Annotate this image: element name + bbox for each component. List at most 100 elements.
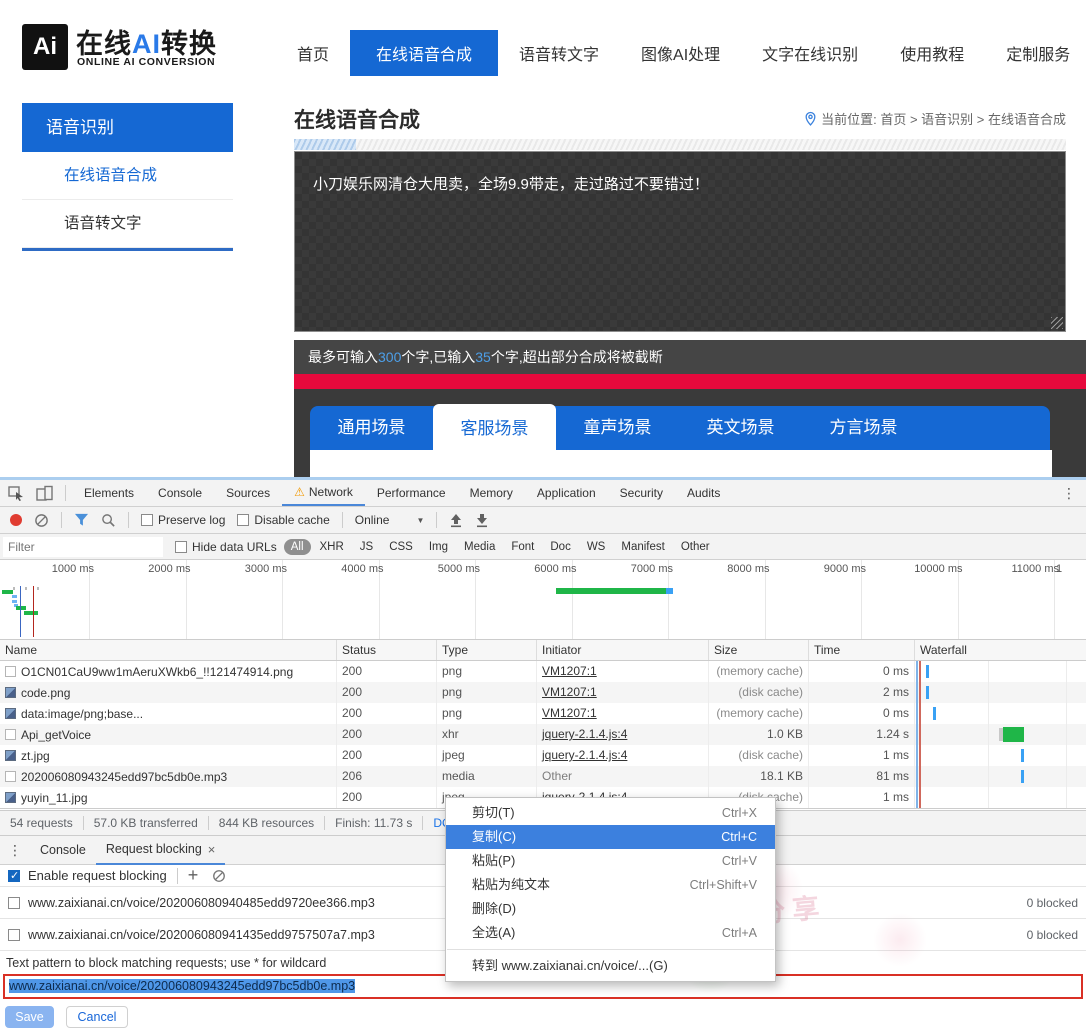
nav-item[interactable]: 语音转文字: [498, 30, 620, 76]
disable-cache-checkbox[interactable]: Disable cache: [237, 513, 329, 527]
drawer-tab[interactable]: Request blocking×: [96, 836, 226, 865]
network-overview[interactable]: 1000 ms2000 ms3000 ms4000 ms5000 ms6000 …: [0, 560, 1086, 640]
waterfall-cell: [914, 787, 1086, 808]
context-menu-item[interactable]: 粘贴(P) Ctrl+V: [446, 849, 775, 873]
context-menu-item[interactable]: 全选(A) Ctrl+A: [446, 921, 775, 945]
export-har-icon[interactable]: [475, 513, 489, 528]
search-icon[interactable]: [101, 513, 116, 528]
devtools-tab[interactable]: Sources: [214, 480, 282, 506]
table-row[interactable]: 202006080943245edd97bc5db0e.mp3 206 medi…: [0, 766, 1086, 787]
column-header[interactable]: Name: [0, 640, 336, 660]
devtools-tab[interactable]: Audits: [675, 480, 732, 506]
hide-data-urls-checkbox[interactable]: Hide data URLs: [175, 540, 277, 554]
context-menu-item[interactable]: 删除(D): [446, 897, 775, 921]
initiator-link[interactable]: VM1207:1: [542, 706, 597, 720]
sidebar-item[interactable]: 在线语音合成: [22, 152, 233, 200]
devtools-tab[interactable]: Application: [525, 480, 608, 506]
column-header[interactable]: Type: [436, 640, 536, 660]
column-header[interactable]: Time: [808, 640, 914, 660]
column-header[interactable]: Waterfall: [914, 640, 1086, 660]
add-pattern-icon[interactable]: +: [188, 865, 199, 886]
request-time: 1 ms: [808, 745, 914, 766]
nav-item[interactable]: 使用教程: [879, 30, 985, 76]
request-type-filter[interactable]: Font: [504, 539, 541, 555]
menu-item-shortcut: Ctrl+Shift+V: [690, 873, 757, 897]
context-menu-item[interactable]: 转到 www.zaixianai.cn/voice/...(G): [446, 954, 775, 978]
drawer-tab[interactable]: Console: [30, 836, 96, 865]
scene-tab[interactable]: 方言场景: [802, 406, 925, 450]
initiator-link[interactable]: jquery-2.1.4.js:4: [542, 748, 627, 762]
request-type-filter[interactable]: CSS: [382, 539, 420, 555]
column-header[interactable]: Status: [336, 640, 436, 660]
network-toolbar: Preserve log Disable cache Online▼: [0, 507, 1086, 534]
record-icon[interactable]: [10, 514, 22, 526]
table-row[interactable]: O1CN01CaU9ww1mAeruXWkb6_!!121474914.png …: [0, 661, 1086, 682]
column-header[interactable]: Size: [708, 640, 808, 660]
context-menu-item[interactable]: [447, 949, 774, 950]
devtools-tab[interactable]: Security: [608, 480, 675, 506]
scene-tab[interactable]: 英文场景: [679, 406, 802, 450]
request-type-filter[interactable]: WS: [580, 539, 613, 555]
nav-item[interactable]: 定制服务: [985, 30, 1086, 76]
initiator-link[interactable]: VM1207:1: [542, 664, 597, 678]
clear-icon[interactable]: [34, 513, 49, 528]
context-menu-item[interactable]: 粘贴为纯文本 Ctrl+Shift+V: [446, 873, 775, 897]
blocked-pattern-checkbox[interactable]: [8, 897, 20, 909]
devtools-tab[interactable]: Console: [146, 480, 214, 506]
enable-request-blocking-checkbox[interactable]: [8, 870, 20, 882]
table-row[interactable]: data:image/png;base... 200 png VM1207:1 …: [0, 703, 1086, 724]
request-type-filter[interactable]: JS: [353, 539, 380, 555]
devtools-more-icon[interactable]: ⋮: [1062, 485, 1076, 502]
menu-item-shortcut: Ctrl+X: [722, 801, 757, 825]
scene-tab[interactable]: 童声场景: [556, 406, 679, 450]
request-type-filter[interactable]: Media: [457, 539, 502, 555]
close-icon[interactable]: ×: [208, 835, 216, 864]
preserve-log-checkbox[interactable]: Preserve log: [141, 513, 225, 527]
waterfall-cell: [914, 724, 1086, 745]
inspect-element-icon[interactable]: [8, 485, 24, 501]
filter-funnel-icon[interactable]: [74, 513, 89, 527]
initiator-link[interactable]: Other: [542, 769, 572, 783]
devtools-tab[interactable]: Performance: [365, 480, 458, 506]
nav-item[interactable]: 首页: [276, 30, 350, 76]
tts-text-input[interactable]: 小刀娱乐网清仓大甩卖，全场9.9带走，走过路过不要错过！: [294, 151, 1066, 332]
scene-tab[interactable]: 客服场景: [433, 404, 556, 454]
network-filter-input[interactable]: [3, 537, 163, 557]
request-size: 1.0 KB: [708, 724, 808, 745]
initiator-link[interactable]: jquery-2.1.4.js:4: [542, 727, 627, 741]
table-row[interactable]: Api_getVoice 200 xhr jquery-2.1.4.js:4 1…: [0, 724, 1086, 745]
devtools-tab[interactable]: Elements: [72, 480, 146, 506]
nav-item[interactable]: 文字在线识别: [741, 30, 879, 76]
table-row[interactable]: code.png 200 png VM1207:1 (disk cache) 2…: [0, 682, 1086, 703]
import-har-icon[interactable]: [449, 513, 463, 528]
scene-tab[interactable]: 通用场景: [310, 406, 433, 450]
drawer-more-icon[interactable]: ⋮: [8, 842, 22, 859]
request-type-filter[interactable]: Manifest: [614, 539, 671, 555]
request-type-filter[interactable]: Img: [422, 539, 455, 555]
devtools-tab[interactable]: Memory: [458, 480, 525, 506]
status-item: 54 requests: [0, 816, 84, 830]
request-type-filter[interactable]: Other: [674, 539, 717, 555]
nav-item[interactable]: 图像AI处理: [620, 30, 741, 76]
request-type-filter[interactable]: XHR: [313, 539, 351, 555]
request-type-filter[interactable]: Doc: [543, 539, 577, 555]
sidebar-item[interactable]: 语音转文字: [22, 200, 233, 248]
blocked-pattern-checkbox[interactable]: [8, 929, 20, 941]
table-row[interactable]: zt.jpg 200 jpeg jquery-2.1.4.js:4 (disk …: [0, 745, 1086, 766]
nav-item[interactable]: 在线语音合成: [350, 30, 498, 76]
resize-grip-icon[interactable]: [1051, 317, 1063, 329]
remove-all-icon[interactable]: [212, 869, 226, 883]
context-menu-item[interactable]: 复制(C) Ctrl+C: [446, 825, 775, 849]
logo-subtitle: ONLINE AI CONVERSION: [77, 56, 215, 68]
status-item: 57.0 KB transferred: [84, 816, 209, 830]
context-menu-item[interactable]: 剪切(T) Ctrl+X: [446, 801, 775, 825]
menu-item-shortcut: Ctrl+A: [722, 921, 757, 945]
devtools-tab[interactable]: ⚠Network: [282, 480, 365, 506]
initiator-link[interactable]: VM1207:1: [542, 685, 597, 699]
resource-icon: [5, 708, 16, 719]
page-title: 在线语音合成: [294, 104, 420, 134]
column-header[interactable]: Initiator: [536, 640, 708, 660]
request-type-filter[interactable]: All: [284, 539, 311, 555]
throttling-select[interactable]: Online▼: [355, 513, 425, 527]
device-toolbar-icon[interactable]: [36, 485, 53, 501]
